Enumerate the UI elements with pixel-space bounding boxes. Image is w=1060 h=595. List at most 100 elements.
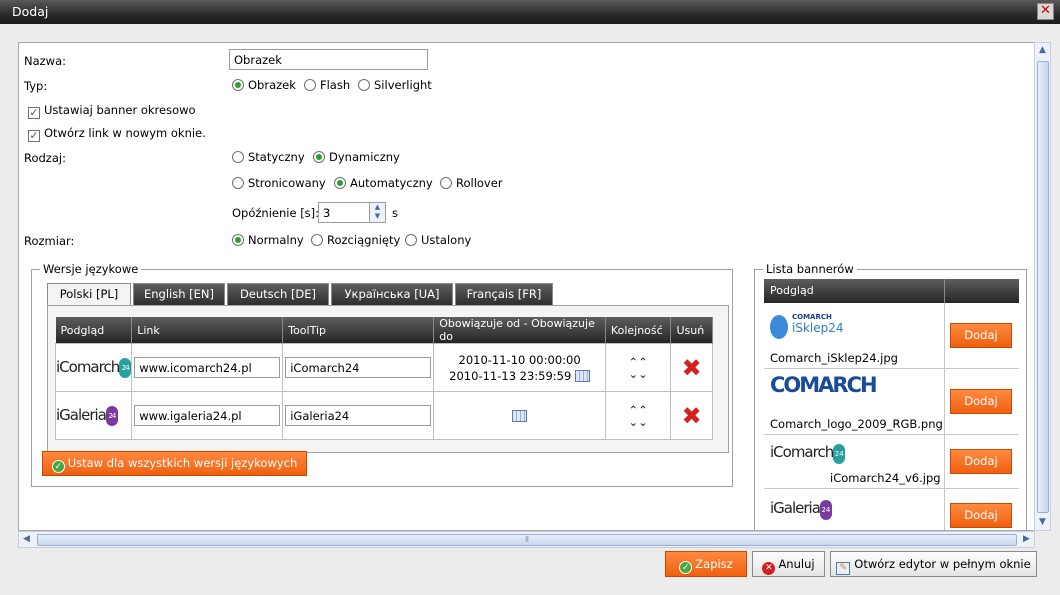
- lista-legend: Lista bannerów: [766, 262, 854, 276]
- row-link-input[interactable]: [134, 405, 281, 426]
- rodzaj-radio-statyczny[interactable]: Statyczny: [232, 150, 305, 164]
- checkbox-nowe-okno[interactable]: ✓ Otwórz link w nowym oknie.: [28, 126, 206, 142]
- edit-window-icon: ✎: [836, 562, 851, 575]
- table-header: Podgląd Link ToolTip Obowiązuje od - Obo…: [55, 317, 713, 344]
- row-preview: iGaleria 24: [54, 391, 133, 440]
- calendar-icon[interactable]: [512, 409, 528, 422]
- calendar-icon[interactable]: [574, 369, 590, 382]
- rozmiar-label: Rozmiar:: [24, 234, 75, 248]
- move-arrows: ⌃⌃ ⌄⌄: [604, 391, 672, 440]
- cancel-button[interactable]: ✕ Anuluj: [752, 551, 825, 577]
- icomarch-logo: iComarch 24: [770, 443, 846, 464]
- scroll-left-icon[interactable]: ◀: [19, 532, 34, 547]
- radio-icon: [232, 79, 244, 91]
- row-date-from: 2010-11-10 00:00:00: [458, 352, 581, 367]
- col-obowiazuje: Obowiązuje od - Obowiązuje do: [433, 317, 606, 344]
- delete-x-icon[interactable]: ✖: [682, 402, 702, 430]
- opoznienie-label: Opóźnienie [s]:: [232, 206, 320, 220]
- row-link-input[interactable]: [134, 357, 281, 378]
- row-date-to: 2010-11-13 23:59:59: [449, 368, 572, 383]
- typ-label: Typ:: [24, 79, 48, 93]
- apply-all-languages-button[interactable]: ✓ Ustaw dla wszystkich wersji językowych: [42, 451, 307, 476]
- scroll-thumb[interactable]: [1037, 61, 1049, 513]
- wersje-legend: Wersje językowe: [43, 262, 139, 276]
- tab-de[interactable]: Deutsch [DE]: [227, 283, 329, 305]
- rozmiar-radio-normalny[interactable]: Normalny: [232, 233, 304, 247]
- move-arrows: ⌃⌃ ⌄⌄: [604, 343, 672, 392]
- vertical-scrollbar[interactable]: ▲ ▼: [1034, 42, 1051, 531]
- radio-icon: [304, 79, 316, 91]
- col-podglad: Podgląd: [55, 317, 133, 344]
- radio-icon: [311, 234, 323, 246]
- wersje-table: Podgląd Link ToolTip Obowiązuje od - Obo…: [54, 317, 713, 440]
- banner-filename: iComarch24_v6.jpg: [830, 471, 941, 485]
- col-tooltip: ToolTip: [282, 317, 435, 344]
- igaleria-logo: iGaleria 24: [56, 405, 118, 426]
- banner-list: Podgląd COMARCH iSklep24 Comarch_iSklep2…: [764, 279, 1019, 530]
- tab-pl[interactable]: Polski [PL]: [47, 283, 131, 307]
- window-titlebar: Dodaj ✕: [0, 0, 1060, 24]
- opoznienie-stepper[interactable]: ▲ ▼: [369, 202, 386, 223]
- rozmiar-radio-ustalony[interactable]: Ustalony: [405, 233, 471, 247]
- rodzaj-radio-dynamiczny[interactable]: Dynamiczny: [313, 150, 400, 164]
- banner-item: COMARCH Comarch_logo_2009_RGB.png Dodaj: [764, 369, 1019, 435]
- full-editor-button[interactable]: ✎ Otwórz edytor w pełnym oknie: [830, 551, 1037, 577]
- checkbox-icon: ✓: [28, 106, 40, 119]
- checkbox-okresowo[interactable]: ✓ Ustawiaj banner okresowo: [28, 103, 196, 119]
- scroll-up-icon[interactable]: ▲: [1035, 43, 1050, 58]
- checkbox-icon: ✓: [28, 129, 40, 142]
- banner-item: iGaleria 24 Dodaj: [764, 489, 1019, 530]
- scroll-down-icon[interactable]: ▼: [1035, 515, 1050, 530]
- radio-icon: [232, 177, 244, 189]
- nazwa-input[interactable]: [229, 49, 428, 70]
- radio-icon: [232, 151, 244, 163]
- nazwa-label: Nazwa:: [24, 54, 67, 68]
- banner-item: iComarch 24 iComarch24_v6.jpg Dodaj: [764, 435, 1019, 489]
- opoznienie-unit: s: [392, 206, 398, 220]
- radio-icon: [313, 151, 325, 163]
- opoznienie-input[interactable]: [318, 202, 370, 223]
- row-tooltip-input[interactable]: [285, 357, 432, 378]
- typ-radio-flash[interactable]: Flash: [304, 78, 350, 92]
- row-preview: iComarch 24: [54, 343, 133, 392]
- igaleria-logo: iGaleria 24: [770, 499, 832, 520]
- scroll-thumb[interactable]: ⦀: [37, 534, 1017, 546]
- delete-x-icon[interactable]: ✖: [682, 354, 702, 382]
- icomarch-logo: iComarch 24: [56, 357, 132, 378]
- comarch-logo: COMARCH: [770, 373, 878, 397]
- tab-fr[interactable]: Français [FR]: [455, 283, 553, 305]
- add-banner-button[interactable]: Dodaj: [950, 503, 1012, 528]
- save-button[interactable]: ✓ Zapisz: [665, 551, 747, 577]
- rozmiar-radio-rozciagniety[interactable]: Rozciągnięty: [311, 233, 400, 247]
- horizontal-scrollbar[interactable]: ◀ ⦀ ▶: [18, 531, 1035, 548]
- banner-filename: Comarch_iSklep24.jpg: [770, 351, 898, 365]
- radio-icon: [440, 177, 452, 189]
- table-row: iGaleria24 ⌃⌃⌄⌄ ✖: [54, 391, 713, 440]
- row-tooltip-input[interactable]: [285, 405, 432, 426]
- typ-radio-silverlight[interactable]: Silverlight: [358, 78, 432, 92]
- move-down-icon[interactable]: ⌄⌄: [606, 368, 671, 380]
- rodzaj-radio-automatyczny[interactable]: Automatyczny: [334, 176, 433, 190]
- add-banner-button[interactable]: Dodaj: [950, 389, 1012, 414]
- banner-list-header: Podgląd: [764, 279, 1019, 303]
- checkmark-circle-icon: ✓: [51, 460, 65, 473]
- banner-filename: Comarch_logo_2009_RGB.png: [770, 417, 943, 431]
- move-down-icon[interactable]: ⌄⌄: [606, 416, 671, 428]
- rodzaj-radio-rollover[interactable]: Rollover: [440, 176, 503, 190]
- radio-icon: [358, 79, 370, 91]
- col-usun: Usuń: [670, 317, 713, 344]
- tab-en[interactable]: English [EN]: [133, 283, 225, 305]
- scroll-right-icon[interactable]: ▶: [1019, 532, 1034, 547]
- comarch-isklep-logo: COMARCH iSklep24: [770, 313, 844, 345]
- move-up-icon[interactable]: ⌃⌃: [606, 404, 671, 416]
- close-icon[interactable]: ✕: [1037, 3, 1054, 20]
- rodzaj-radio-stronicowany[interactable]: Stronicowany: [232, 176, 326, 190]
- banner-item: COMARCH iSklep24 Comarch_iSklep24.jpg Do…: [764, 303, 1019, 369]
- add-banner-button[interactable]: Dodaj: [950, 449, 1012, 474]
- tab-ua[interactable]: Українська [UA]: [331, 283, 453, 305]
- radio-icon: [232, 234, 244, 246]
- add-banner-button[interactable]: Dodaj: [950, 323, 1012, 348]
- col-kolejnosc: Kolejność: [605, 317, 672, 344]
- typ-radio-obrazek[interactable]: Obrazek: [232, 78, 296, 92]
- move-up-icon[interactable]: ⌃⌃: [606, 356, 671, 368]
